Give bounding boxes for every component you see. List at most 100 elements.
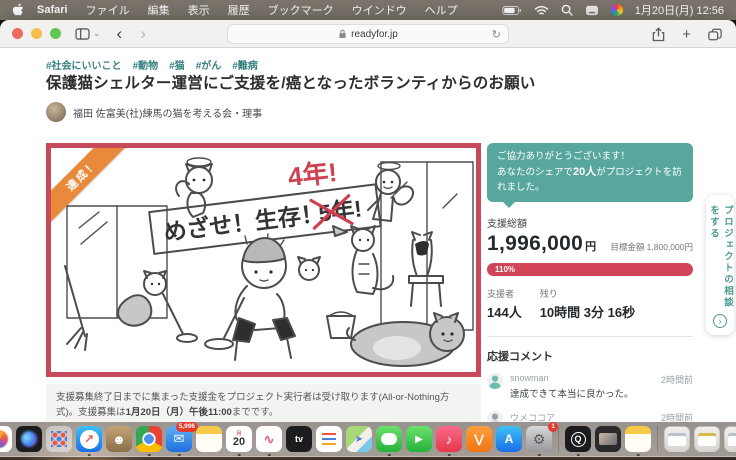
music-icon[interactable]: ♪ <box>436 426 462 452</box>
tag-list: #社会にいいこと #動物 #猫 #がん #難病 <box>46 57 258 72</box>
project-consult-tab[interactable]: プロジェクトの相談をする › <box>706 195 734 335</box>
system-settings-icon[interactable]: ⚙1 <box>526 426 552 452</box>
menu-item-safari[interactable]: Safari <box>28 4 77 16</box>
author-avatar <box>46 102 66 122</box>
lock-icon <box>338 29 347 39</box>
dock: ☺ ↗ ☻ ✉5,996 月20 ∿ tv ➤ ▶ ♪ ⋁ A ⚙1 Q <box>0 421 736 457</box>
browser-toolbar: ⌄ ‹ › readyfor.jp ↻ + <box>0 20 736 48</box>
notes-icon[interactable] <box>196 426 222 452</box>
sidebar-toggle-icon[interactable] <box>75 28 90 40</box>
tag-link[interactable]: #猫 <box>169 57 185 72</box>
menu-item-view[interactable]: 表示 <box>179 2 219 18</box>
address-bar[interactable]: readyfor.jp ↻ <box>227 24 509 44</box>
menu-bar: Safari ファイル 編集 表示 履歴 ブックマーク ウインドウ ヘルプ 1月… <box>0 0 736 20</box>
progress-bar: 110% <box>487 263 693 276</box>
tag-link[interactable]: #動物 <box>133 57 159 72</box>
tag-link[interactable]: #がん <box>196 57 222 72</box>
illustration-scene: めざせ！生存！ 5年! 4年! <box>51 148 476 372</box>
funding-note: 支援募集終了日までに集まった支援金をプロジェクト実行者は受け取ります(All-o… <box>46 384 481 422</box>
safari-icon[interactable]: ↗ <box>76 426 102 452</box>
menu-item-window[interactable]: ウインドウ <box>343 2 416 18</box>
messages-icon[interactable] <box>376 426 402 452</box>
tag-link[interactable]: #社会にいいこと <box>46 57 122 72</box>
minimized-window-icon[interactable] <box>724 426 736 452</box>
close-button[interactable] <box>12 28 23 39</box>
divider <box>487 336 693 337</box>
desktop: { "menubar": { "items": ["Safari","ファイル"… <box>0 0 736 460</box>
calendar-icon[interactable]: 月20 <box>226 426 252 452</box>
control-center-icon[interactable] <box>611 4 623 16</box>
page-content: #社会にいいこと #動物 #猫 #がん #難病 保護猫シェルター運営にご支援を/… <box>0 48 736 422</box>
commenter-avatar <box>487 373 503 389</box>
comment-text: 達成できて本当に良かった。 <box>510 388 693 402</box>
back-button[interactable]: ‹ <box>117 25 123 42</box>
comments-title: 応援コメント <box>487 348 693 364</box>
reload-icon[interactable]: ↻ <box>492 28 501 41</box>
chevron-right-icon: › <box>713 314 727 328</box>
mail-icon[interactable]: ✉5,996 <box>166 426 192 452</box>
apple-menu-icon[interactable] <box>12 3 24 17</box>
zoom-button[interactable] <box>50 28 61 39</box>
remaining-value: 10時間 3分 16秒 <box>540 302 635 321</box>
apple-tv-icon[interactable]: tv <box>286 426 312 452</box>
tag-link[interactable]: #難病 <box>232 57 258 72</box>
goal-amount: 目標金額 1,800,000円 <box>610 241 693 253</box>
screenshot-app-icon[interactable] <box>595 426 621 452</box>
total-label: 支援総額 <box>487 215 693 230</box>
contacts-icon[interactable]: ☻ <box>106 426 132 452</box>
dock-separator <box>558 426 559 452</box>
dock-separator <box>657 426 658 452</box>
sidebar-chevron-icon[interactable]: ⌄ <box>93 28 101 39</box>
comment-item: snowman 2時間前 達成できて本当に良かった。 <box>487 373 693 402</box>
supporters-value: 144人 <box>487 302 522 321</box>
textedit-icon[interactable] <box>625 426 651 452</box>
menu-item-edit[interactable]: 編集 <box>139 2 179 18</box>
app-store-icon[interactable]: A <box>496 426 522 452</box>
funding-sidebar: ご協力ありがとうございます！ あなたのシェアで20人がプロジェクトを訪れました。… <box>487 143 693 422</box>
minimized-window-icon[interactable] <box>694 426 720 452</box>
comment-time: 2時間前 <box>661 373 693 386</box>
minimized-window-icon[interactable] <box>664 426 690 452</box>
calendar-day: 20 <box>233 437 245 448</box>
settings-badge: 1 <box>548 422 558 432</box>
search-icon[interactable] <box>561 4 573 16</box>
reminders-icon[interactable] <box>316 426 342 452</box>
share-thanks-bubble: ご協力ありがとうございます！ あなたのシェアで20人がプロジェクトを訪れました。 <box>487 143 693 202</box>
menu-item-history[interactable]: 履歴 <box>219 2 259 18</box>
battery-icon[interactable] <box>502 5 522 16</box>
menu-item-file[interactable]: ファイル <box>77 2 139 18</box>
facetime-icon[interactable]: ▶ <box>406 426 432 452</box>
minimize-button[interactable] <box>31 28 42 39</box>
photos-icon[interactable] <box>0 426 12 452</box>
menu-item-bookmarks[interactable]: ブックマーク <box>259 2 343 18</box>
mail-badge: 5,996 <box>176 422 198 432</box>
consult-tab-label: プロジェクトの相談をする <box>706 205 734 309</box>
books-icon[interactable]: ⋁ <box>466 426 492 452</box>
input-switcher-icon[interactable] <box>585 5 599 16</box>
banner-new-goal: 4年! <box>286 157 338 192</box>
chrome-icon[interactable] <box>136 426 162 452</box>
siri-icon[interactable] <box>16 426 42 452</box>
quicktime-icon[interactable]: Q <box>565 426 591 452</box>
time-remaining-stat: 残り 10時間 3分 16秒 <box>540 287 635 321</box>
launchpad-icon[interactable] <box>46 426 72 452</box>
forward-button[interactable]: › <box>140 25 146 42</box>
wifi-icon[interactable] <box>534 5 549 16</box>
menu-item-help[interactable]: ヘルプ <box>416 2 467 18</box>
page-title: 保護猫シェルター運営にご支援を/癌となったボランティからのお願い <box>46 71 536 93</box>
progress-percent: 110% <box>495 265 515 274</box>
supporters-stat: 支援者 144人 <box>487 287 522 321</box>
menu-clock[interactable]: 1月20日(月) 12:56 <box>635 2 724 18</box>
share-icon[interactable] <box>652 27 665 42</box>
commenter-name[interactable]: snowman <box>510 373 549 386</box>
window-controls <box>12 28 61 39</box>
currency-unit: 円 <box>585 238 596 254</box>
wave-app-icon[interactable]: ∿ <box>256 426 282 452</box>
author-row[interactable]: 福田 佐富美(社)練馬の猫を考える会・理事 <box>46 102 262 122</box>
campaign-illustration: 達成！ めざせ！生存！ 5年! 4年! <box>46 143 481 377</box>
maps-icon[interactable]: ➤ <box>346 426 372 452</box>
tab-overview-icon[interactable] <box>708 28 722 41</box>
new-tab-icon[interactable]: + <box>682 26 691 43</box>
safari-window: ⌄ ‹ › readyfor.jp ↻ + #社会にいいこと #動物 #猫 #が… <box>0 20 736 422</box>
url-text: readyfor.jp <box>351 29 398 40</box>
